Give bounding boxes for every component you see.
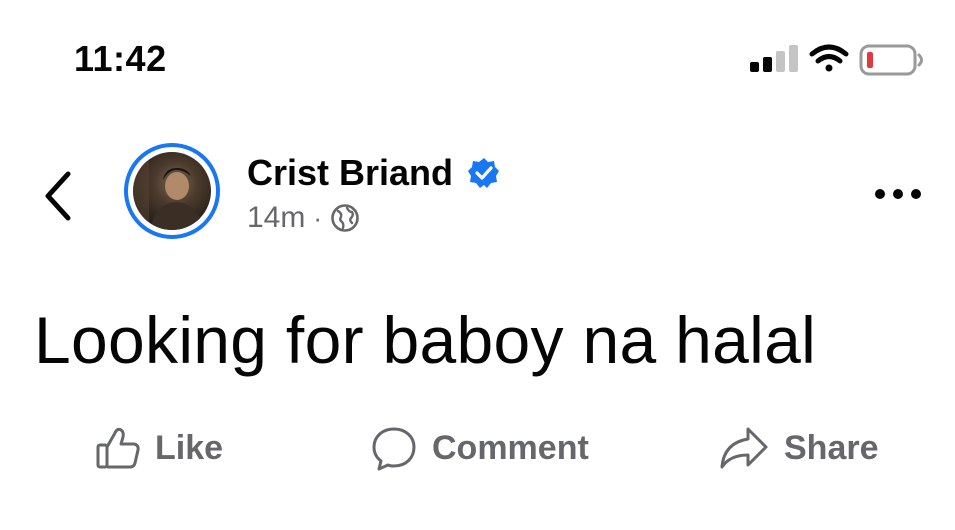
author-name[interactable]: Crist Briand bbox=[247, 152, 453, 194]
share-label: Share bbox=[784, 428, 879, 467]
like-button[interactable]: Like bbox=[95, 425, 223, 471]
meta-separator: · bbox=[313, 202, 323, 233]
wifi-icon bbox=[809, 44, 849, 72]
battery-low-icon bbox=[859, 44, 923, 76]
chevron-left-icon[interactable] bbox=[38, 168, 78, 224]
share-arrow-icon bbox=[720, 427, 768, 469]
post-meta: 14m · bbox=[247, 201, 360, 235]
status-icons bbox=[750, 44, 923, 76]
avatar-photo bbox=[133, 152, 211, 230]
globe-icon bbox=[331, 204, 359, 232]
cellular-signal-icon bbox=[750, 45, 798, 72]
comment-label: Comment bbox=[432, 428, 589, 467]
thumbs-up-icon bbox=[96, 427, 140, 469]
post-time[interactable]: 14m bbox=[247, 201, 305, 235]
comment-button[interactable]: Comment bbox=[370, 425, 589, 471]
share-button[interactable]: Share bbox=[718, 425, 879, 471]
status-time: 11:42 bbox=[74, 38, 167, 79]
avatar[interactable] bbox=[124, 143, 220, 239]
comment-bubble-icon bbox=[372, 427, 416, 471]
verified-badge-icon bbox=[468, 158, 499, 188]
more-options-icon[interactable] bbox=[873, 184, 923, 204]
post-text: Looking for baboy na halal bbox=[34, 303, 817, 377]
like-label: Like bbox=[155, 428, 224, 467]
